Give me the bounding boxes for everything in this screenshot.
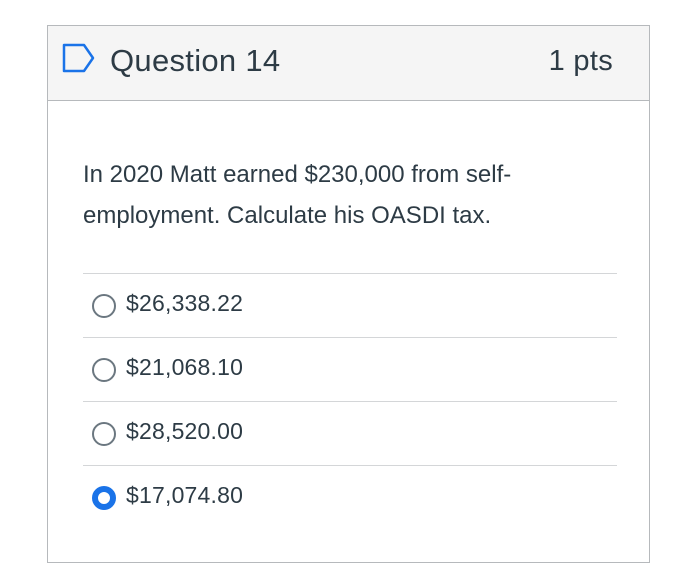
answer-option[interactable]: $26,338.22 xyxy=(83,273,617,337)
answer-label: $28,520.00 xyxy=(126,418,244,444)
radio-button-selected[interactable] xyxy=(92,486,116,510)
radio-button[interactable] xyxy=(92,422,116,446)
answer-option[interactable]: $17,074.80 xyxy=(83,465,617,529)
radio-button[interactable] xyxy=(92,358,116,382)
question-points: 1 pts xyxy=(548,45,613,77)
question-header: Question 14 1 pts xyxy=(48,26,649,101)
question-title: Question 14 xyxy=(110,43,281,78)
flag-outline-icon[interactable] xyxy=(62,43,96,73)
radio-button[interactable] xyxy=(92,294,116,318)
question-text: In 2020 Matt earned $230,000 from self-e… xyxy=(83,161,512,229)
answer-label: $17,074.80 xyxy=(126,482,244,508)
answer-option[interactable]: $21,068.10 xyxy=(83,337,617,401)
answer-list: $26,338.22 $21,068.10 $28,520.00 $17,074… xyxy=(83,273,617,529)
answer-label: $21,068.10 xyxy=(126,354,244,380)
answer-option[interactable]: $28,520.00 xyxy=(83,401,617,465)
question-card: Question 14 1 pts In 2020 Matt earned $2… xyxy=(47,25,650,563)
answer-label: $26,338.22 xyxy=(126,290,244,316)
